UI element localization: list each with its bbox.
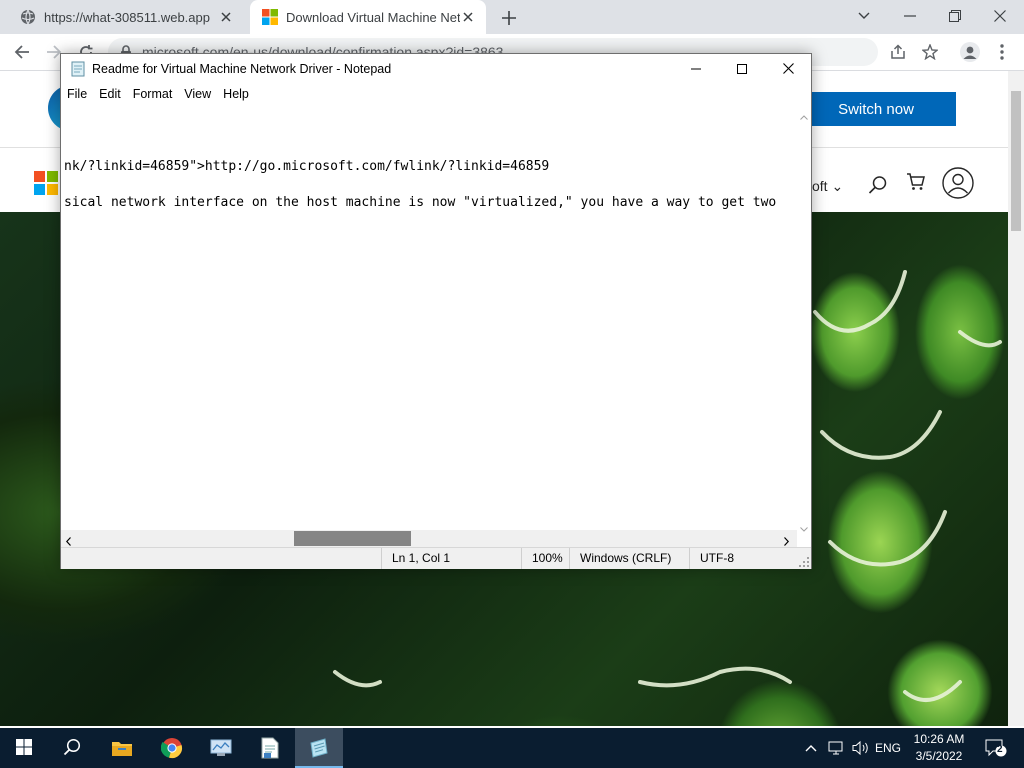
notepad-minimize-icon[interactable] <box>673 54 719 83</box>
chrome-icon[interactable] <box>148 728 196 768</box>
notepad-app-icon <box>70 61 86 77</box>
notepad-title: Readme for Virtual Machine Network Drive… <box>92 62 392 76</box>
menu-file[interactable]: File <box>61 84 93 104</box>
file-explorer-icon[interactable] <box>98 728 146 768</box>
windows-logo-icon <box>262 9 278 25</box>
notepad-close-icon[interactable] <box>765 54 811 83</box>
scroll-down-arrow-icon[interactable] <box>800 520 808 535</box>
notepad-doc-icon[interactable] <box>246 728 294 768</box>
minimize-icon[interactable] <box>898 5 922 27</box>
back-arrow-icon[interactable] <box>10 40 34 64</box>
zoom-level: 100% <box>521 548 572 569</box>
share-icon[interactable] <box>886 40 910 64</box>
clock-date: 3/5/2022 <box>915 749 963 763</box>
cursor-position: Ln 1, Col 1 <box>381 548 520 569</box>
browser-tab-bar: https://what-308511.web.app Download Vir… <box>0 0 1024 34</box>
volume-icon[interactable] <box>850 738 872 758</box>
line-ending: Windows (CRLF) <box>569 548 680 569</box>
action-center-icon[interactable]: 2 <box>982 738 1010 758</box>
globe-icon <box>20 9 36 25</box>
network-icon[interactable] <box>826 738 848 758</box>
start-button[interactable] <box>0 728 48 768</box>
cart-icon[interactable] <box>906 173 926 194</box>
resize-grip-icon[interactable] <box>799 556 809 570</box>
search-taskbar-button[interactable] <box>48 728 96 768</box>
tab-title: https://what-308511.web.app <box>44 9 210 25</box>
control-panel-icon[interactable] <box>197 728 245 768</box>
windows-start-icon <box>16 738 32 758</box>
close-window-icon[interactable] <box>988 5 1012 27</box>
clock[interactable]: 10:26 AM 3/5/2022 <box>906 731 972 765</box>
restore-icon[interactable] <box>943 5 967 27</box>
text-line: nk/?linkid=46859">http://go.microsoft.co… <box>64 159 550 174</box>
menu-help[interactable]: Help <box>217 84 255 104</box>
notepad-status-bar: Ln 1, Col 1 100% Windows (CRLF) UTF-8 <box>61 547 811 569</box>
input-language[interactable]: ENG <box>874 738 902 758</box>
notepad-horizontal-scrollbar[interactable] <box>61 530 797 547</box>
text-line: sical network interface on the host mach… <box>64 195 777 210</box>
menu-view[interactable]: View <box>178 84 217 104</box>
notepad-icon[interactable] <box>295 728 343 768</box>
tab-title: Download Virtual Machine Netw <box>286 9 460 25</box>
microsoft-logo-icon[interactable] <box>34 171 58 195</box>
clock-time: 10:26 AM <box>913 732 965 746</box>
taskbar: ENG 10:26 AM 3/5/2022 2 <box>0 728 1024 768</box>
notepad-maximize-icon[interactable] <box>719 54 765 83</box>
profile-avatar-icon[interactable] <box>958 40 982 64</box>
close-tab-icon[interactable] <box>218 9 234 25</box>
tab-download-virtual-machine[interactable]: Download Virtual Machine Netw <box>250 0 486 34</box>
scroll-up-arrow-icon[interactable] <box>800 108 808 123</box>
notepad-text-area[interactable]: nk/?linkid=46859">http://go.microsoft.co… <box>61 104 797 530</box>
switch-now-button[interactable]: Switch now <box>796 92 956 126</box>
notification-count: 2 <box>997 744 1003 755</box>
browser-menu-icon[interactable] <box>990 40 1014 64</box>
horizontal-scroll-thumb[interactable] <box>294 531 411 546</box>
page-scrollbar-thumb[interactable] <box>1011 91 1021 231</box>
tab-what-web-app[interactable]: https://what-308511.web.app <box>8 0 244 34</box>
search-icon[interactable] <box>868 175 888 198</box>
tab-search-chevron-icon[interactable] <box>852 5 876 27</box>
notepad-vertical-scrollbar[interactable] <box>797 104 811 532</box>
bookmark-star-icon[interactable] <box>918 40 942 64</box>
page-scrollbar[interactable] <box>1008 71 1024 726</box>
menu-format[interactable]: Format <box>127 84 179 104</box>
encoding: UTF-8 <box>689 548 800 569</box>
sign-in-avatar-icon[interactable] <box>942 167 974 202</box>
all-microsoft-menu[interactable]: oft ⌄ <box>812 178 843 195</box>
close-tab-icon[interactable] <box>460 9 476 25</box>
notepad-window: Readme for Virtual Machine Network Drive… <box>60 53 812 569</box>
new-tab-icon[interactable] <box>498 7 520 29</box>
notepad-menu-bar: File Edit Format View Help <box>61 84 811 104</box>
taskbar-search-icon <box>63 738 81 759</box>
show-hidden-icons-chevron-icon[interactable] <box>804 738 818 758</box>
menu-edit[interactable]: Edit <box>93 84 127 104</box>
